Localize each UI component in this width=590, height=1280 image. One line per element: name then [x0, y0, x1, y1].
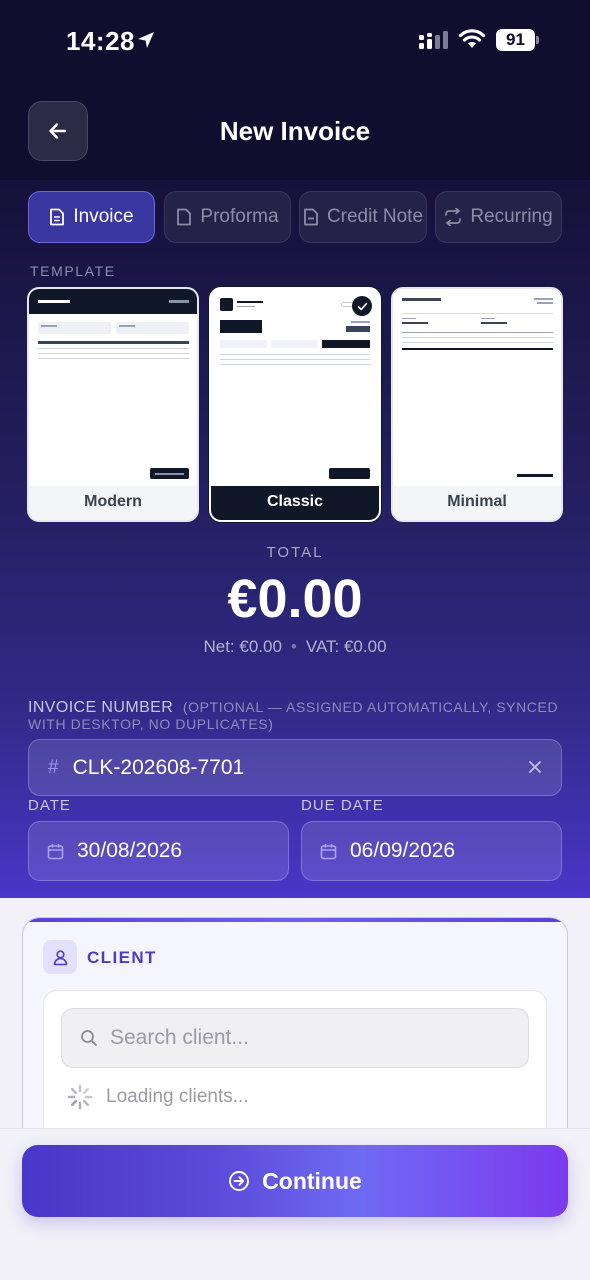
checkmark-icon	[357, 302, 367, 310]
preview-total	[517, 474, 553, 477]
preview-line	[402, 337, 553, 338]
preview-box	[116, 322, 189, 334]
tab-credit-note[interactable]: Credit Note	[299, 191, 427, 243]
template-name: Minimal	[393, 486, 561, 520]
invoice-number-value: CLK-202608-7701	[72, 755, 245, 779]
calendar-icon	[47, 843, 64, 859]
template-card-modern[interactable]: Modern	[27, 287, 199, 522]
loading-indicator: Loading clients...	[66, 1083, 249, 1111]
preview-line	[402, 298, 441, 301]
search-icon	[81, 1030, 97, 1046]
selected-badge	[352, 296, 372, 316]
tab-proforma-label: Proforma	[200, 206, 279, 227]
tab-recurring-label: Recurring	[470, 206, 553, 227]
client-search-field[interactable]	[61, 1008, 529, 1068]
preview-line	[169, 300, 189, 303]
preview-line	[402, 322, 428, 324]
preview-box	[322, 340, 370, 348]
arrow-circle-right-icon	[229, 1171, 250, 1191]
preview-line	[38, 341, 189, 344]
preview-line	[402, 342, 553, 343]
calendar-icon	[320, 843, 337, 859]
preview-line	[346, 326, 370, 332]
repeat-icon	[445, 208, 462, 226]
template-card-minimal[interactable]: Minimal	[391, 287, 563, 522]
document-minus-icon	[304, 208, 318, 226]
preview-line	[155, 473, 184, 475]
invoice-number-title: INVOICE NUMBER	[28, 699, 174, 716]
preview-line	[402, 318, 416, 319]
preview-line	[237, 301, 263, 303]
preview-line	[481, 322, 507, 324]
preview-line	[481, 318, 495, 319]
preview-line	[38, 348, 189, 349]
tab-invoice-label: Invoice	[73, 206, 134, 227]
invoice-number-label: INVOICE NUMBER (OPTIONAL — ASSIGNED AUTO…	[28, 699, 568, 733]
cellular-signal-icon	[419, 31, 448, 49]
due-date-label: DUE DATE	[301, 797, 384, 814]
preview-total	[329, 468, 370, 479]
net-amount: Net: €0.00	[203, 637, 282, 656]
location-arrow-icon	[138, 32, 154, 48]
total-amount: €0.00	[227, 569, 363, 629]
template-card-classic[interactable]: Classic	[209, 287, 381, 522]
loading-text: Loading clients...	[106, 1086, 249, 1107]
date-value: 30/08/2026	[77, 839, 183, 862]
client-section-title: CLIENT	[87, 948, 157, 967]
preview-line	[220, 354, 370, 355]
client-search-input[interactable]	[110, 1026, 510, 1050]
clear-icon[interactable]	[527, 759, 543, 775]
preview-line	[38, 358, 189, 359]
continue-button[interactable]: Continue	[22, 1145, 568, 1217]
tab-proforma[interactable]: Proforma	[164, 191, 291, 243]
tab-credit-note-label: Credit Note	[326, 206, 424, 227]
preview-line	[38, 300, 70, 303]
document-icon	[50, 208, 65, 226]
date-field[interactable]: 30/08/2026	[28, 821, 289, 881]
template-section-label: TEMPLATE	[30, 263, 116, 279]
total-breakdown: Net: €0.00 • VAT: €0.00	[0, 637, 590, 657]
document-icon	[177, 208, 192, 226]
total-label: TOTAL	[266, 544, 324, 561]
preview-line	[220, 359, 370, 360]
status-time: 14:28	[66, 26, 135, 56]
battery-indicator: 91	[496, 29, 540, 51]
preview-title	[220, 320, 262, 333]
invoice-number-field[interactable]: # CLK-202608-7701	[28, 739, 562, 796]
spinner-icon	[67, 1084, 93, 1110]
preview-line	[402, 313, 553, 314]
client-card-accent	[23, 918, 567, 922]
vat-amount: VAT: €0.00	[305, 637, 387, 656]
preview-line	[402, 332, 553, 333]
preview-line	[534, 298, 553, 300]
continue-label: Continue	[262, 1167, 362, 1194]
preview-line	[402, 348, 553, 350]
client-icon-box	[43, 940, 77, 974]
due-date-field[interactable]: 06/09/2026	[301, 821, 562, 881]
preview-line	[220, 364, 370, 365]
preview-line	[119, 325, 135, 327]
tab-invoice[interactable]: Invoice	[28, 191, 155, 243]
preview-line	[38, 353, 189, 354]
tab-recurring[interactable]: Recurring	[435, 191, 562, 243]
wifi-icon	[458, 29, 486, 48]
preview-line	[41, 325, 57, 327]
preview-box	[220, 340, 267, 348]
due-date-value: 06/09/2026	[350, 839, 456, 862]
preview-line	[537, 302, 553, 304]
page-title: New Invoice	[219, 116, 371, 146]
user-icon	[53, 949, 67, 965]
preview-line	[351, 321, 370, 323]
hash-icon: #	[48, 756, 59, 778]
battery-level: 91	[496, 29, 535, 51]
separator-dot: •	[290, 637, 297, 656]
preview-box	[38, 322, 111, 334]
preview-line	[237, 306, 255, 307]
preview-logo	[220, 298, 233, 311]
template-name: Classic	[211, 486, 379, 520]
battery-tip	[536, 36, 539, 44]
preview-box	[271, 340, 318, 348]
date-label: DATE	[28, 797, 71, 814]
template-name: Modern	[29, 486, 197, 520]
